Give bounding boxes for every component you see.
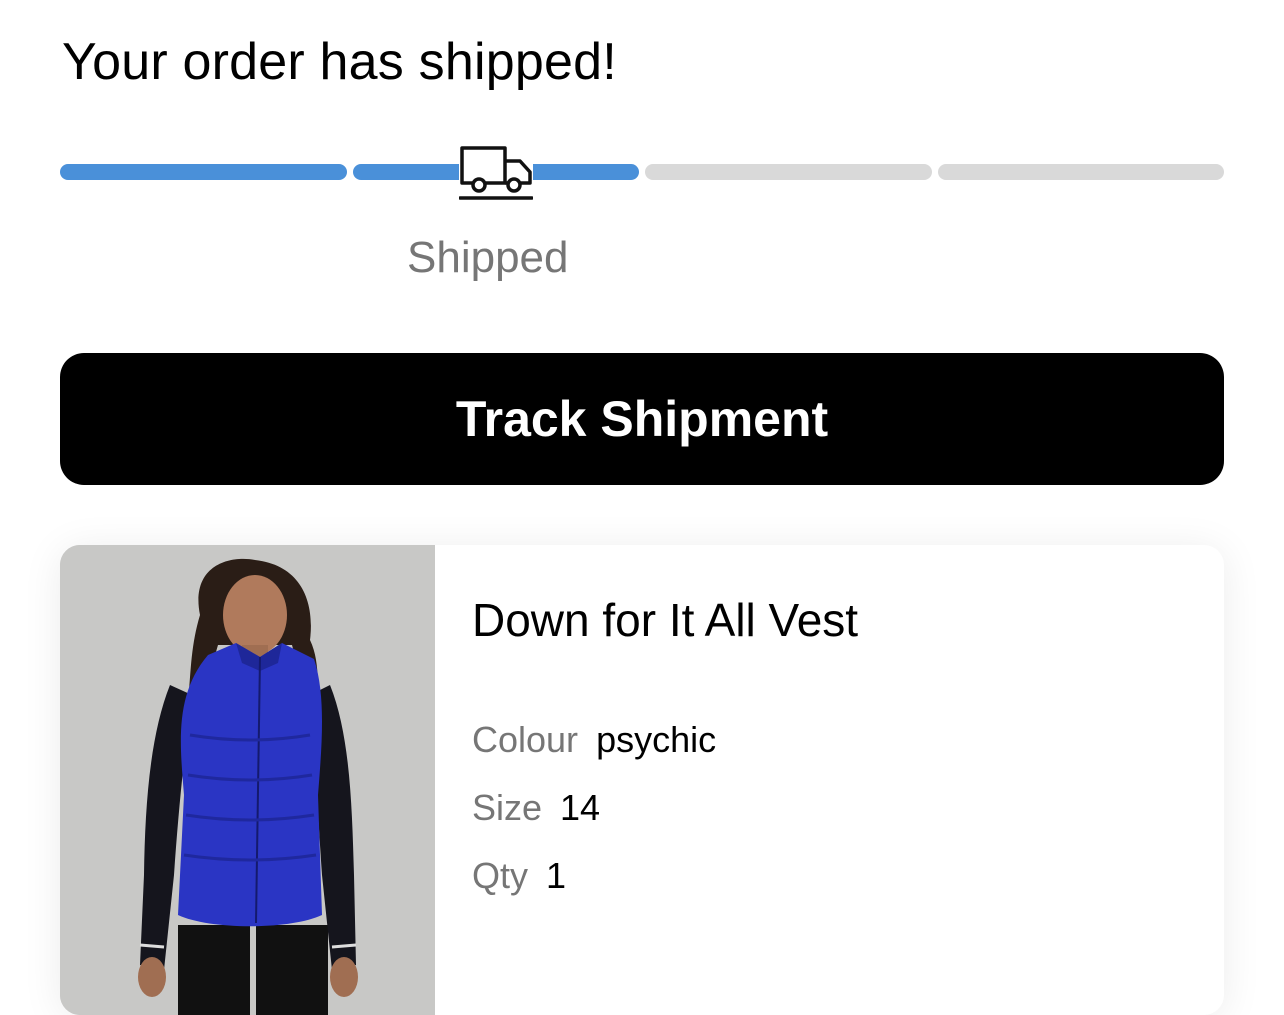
truck-icon: [458, 145, 534, 201]
product-name: Down for It All Vest: [472, 594, 859, 646]
product-attribute-colour: Colour psychic: [472, 717, 716, 763]
attribute-value: 1: [546, 855, 567, 896]
order-item-card[interactable]: Down for It All Vest Colour psychic Size 1…: [60, 545, 1224, 1015]
attribute-label: Qty: [472, 855, 529, 896]
page-title: Your order has shipped!: [62, 33, 617, 91]
progress-step-label: Shipped: [407, 233, 569, 282]
product-attribute-size: Size 14: [472, 785, 600, 831]
attribute-label: Colour: [472, 719, 579, 760]
product-attribute-qty: Qty 1: [472, 853, 566, 899]
progress-segment-out-for-delivery: [645, 164, 932, 180]
attribute-value: 14: [560, 787, 601, 828]
track-shipment-button[interactable]: Track Shipment: [60, 353, 1224, 485]
progress-segment-delivered: [938, 164, 1224, 180]
product-image[interactable]: [60, 545, 435, 1015]
progress-segment-ordered: [60, 164, 347, 180]
attribute-value: psychic: [596, 719, 717, 760]
shipment-progress-bar: [60, 164, 1224, 180]
attribute-label: Size: [472, 787, 543, 828]
